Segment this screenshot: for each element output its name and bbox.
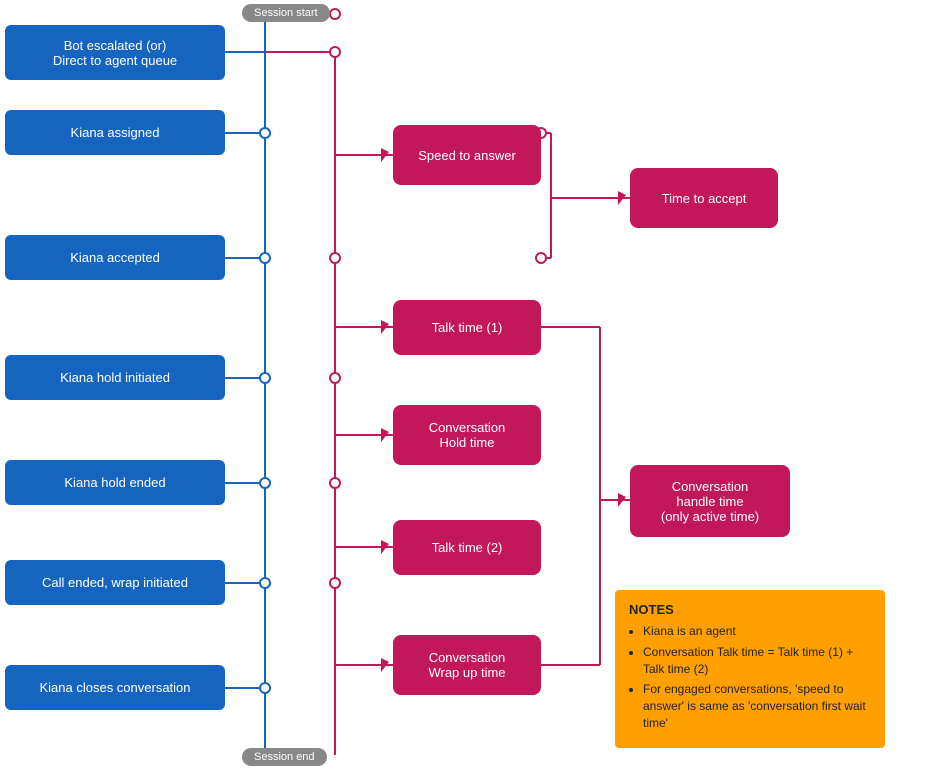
metric-talk-time-2: Talk time (2) xyxy=(393,520,541,575)
event-kiana-closes: Kiana closes conversation xyxy=(5,665,225,710)
notes-title: NOTES xyxy=(629,602,871,617)
notes-item-2: Conversation Talk time = Talk time (1) +… xyxy=(643,644,871,678)
diagram-container: Session start Session end Bot escalated … xyxy=(0,0,929,777)
metric-talk-time-1: Talk time (1) xyxy=(393,300,541,355)
notes-box: NOTES Kiana is an agent Conversation Tal… xyxy=(615,590,885,748)
event-kiana-hold-ended: Kiana hold ended xyxy=(5,460,225,505)
metric-conv-wrap-up: Conversation Wrap up time xyxy=(393,635,541,695)
notes-item-1: Kiana is an agent xyxy=(643,623,871,640)
session-start-label: Session start xyxy=(242,4,330,22)
notes-list: Kiana is an agent Conversation Talk time… xyxy=(629,623,871,732)
notes-item-3: For engaged conversations, 'speed to ans… xyxy=(643,681,871,731)
event-kiana-assigned: Kiana assigned xyxy=(5,110,225,155)
metric-time-to-accept: Time to accept xyxy=(630,168,778,228)
metric-speed-to-answer: Speed to answer xyxy=(393,125,541,185)
session-end-label: Session end xyxy=(242,748,327,766)
event-bot-escalated: Bot escalated (or) Direct to agent queue xyxy=(5,25,225,80)
event-kiana-hold-initiated: Kiana hold initiated xyxy=(5,355,225,400)
event-call-ended-wrap: Call ended, wrap initiated xyxy=(5,560,225,605)
metric-conv-handle-time: Conversation handle time (only active ti… xyxy=(630,465,790,537)
metric-conv-hold-time: Conversation Hold time xyxy=(393,405,541,465)
event-kiana-accepted: Kiana accepted xyxy=(5,235,225,280)
